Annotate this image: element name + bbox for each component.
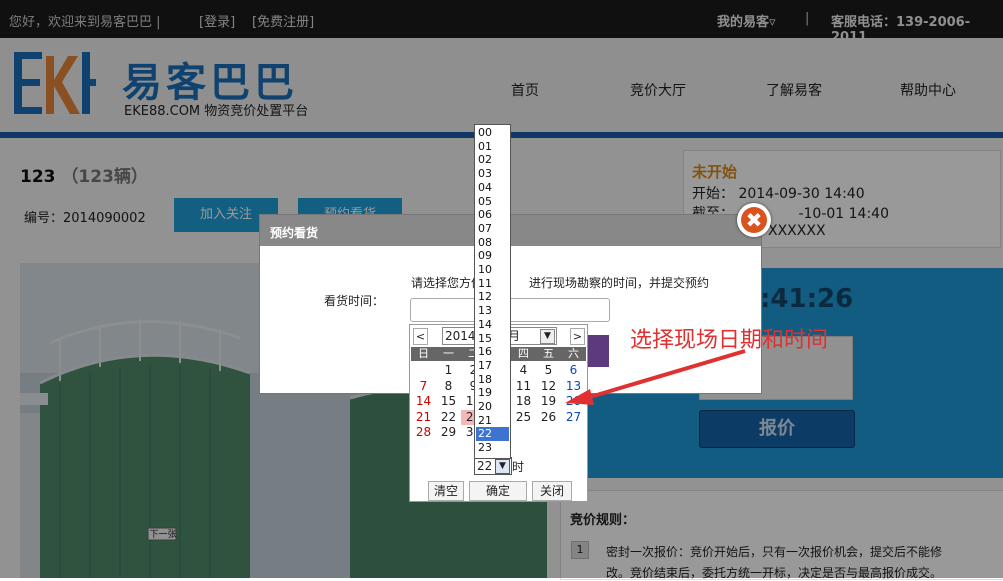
chevron-down-icon: ▼ [495,459,510,474]
hour-option[interactable]: 14 [476,318,509,332]
calendar-day[interactable]: 22 [436,410,461,425]
dialog-title: 预约看货 [270,226,319,240]
calendar-day[interactable]: 26 [536,410,561,425]
calendar-day[interactable]: 19 [536,394,561,409]
weekday-label: 五 [543,347,554,360]
hour-option[interactable]: 21 [476,414,509,428]
hour-option[interactable]: 18 [476,373,509,387]
hour-option[interactable]: 09 [476,249,509,263]
close-icon: ✖ [741,207,767,233]
calendar-day[interactable]: 5 [536,363,561,378]
calendar-day[interactable]: 4 [511,363,536,378]
calendar-day[interactable]: 7 [411,379,436,394]
instruction-part-b: 进行现场勘察的时间，并提交预约 [529,276,710,290]
calendar-day[interactable]: 14 [411,394,436,409]
calendar-day[interactable]: 15 [436,394,461,409]
hour-dropdown-list: 00 01 02 03 04 05 06 07 08 09 10 11 12 13 14 15 16 17 18 19… [474,124,511,459]
hour-unit-label: 时 [512,460,525,474]
next-month-button[interactable]: > [570,328,585,345]
annotation-arrow-icon [565,349,746,405]
viewing-time-label: 看货时间： [324,294,385,308]
calendar-day[interactable]: 21 [411,410,436,425]
hour-option[interactable]: 04 [476,181,509,195]
hour-option[interactable]: 05 [476,195,509,209]
weekday-label: 一 [443,347,454,360]
hour-option[interactable]: 10 [476,263,509,277]
hour-option[interactable]: 08 [476,236,509,250]
hour-select[interactable]: 22 ▼ [474,457,512,475]
calendar-day[interactable]: 29 [436,425,461,440]
calendar-confirm-button[interactable]: 确定 [469,481,527,501]
calendar-clear-button[interactable]: 清空 [428,481,464,501]
calendar-day[interactable]: 1 [436,363,461,378]
hour-option[interactable]: 11 [476,277,509,291]
calendar-day[interactable]: 18 [511,394,536,409]
weekday-label: 四 [518,347,529,360]
dialog-close-button[interactable]: ✖ [737,203,771,237]
weekday-label: 日 [418,347,429,360]
hour-option[interactable]: 07 [476,222,509,236]
hour-option[interactable]: 00 [476,126,509,140]
prev-month-button[interactable]: < [413,328,428,345]
calendar-close-button[interactable]: 关闭 [532,481,572,501]
hour-option[interactable]: 06 [476,208,509,222]
hour-option[interactable]: 15 [476,332,509,346]
hour-select-value: 22 [477,459,493,473]
hour-option[interactable]: 20 [476,400,509,414]
hour-option[interactable]: 13 [476,304,509,318]
hour-option[interactable]: 23 [476,441,509,455]
dialog-instruction: 请选择您方便 进行现场勘察的时间，并提交预约 [411,274,709,291]
hour-option[interactable]: 01 [476,140,509,154]
hour-option[interactable]: 12 [476,290,509,304]
calendar-day[interactable]: 8 [436,379,461,394]
month-select[interactable]: 月 ▼ [505,327,557,345]
hour-option[interactable]: 19 [476,386,509,400]
hour-option[interactable]: 17 [476,359,509,373]
hour-option[interactable]: 02 [476,153,509,167]
chevron-down-icon: ▼ [540,329,555,344]
hour-option[interactable]: 03 [476,167,509,181]
instruction-part-a: 请选择您方便 [411,276,484,290]
calendar-day[interactable]: 12 [536,379,561,394]
calendar-day[interactable]: 28 [411,425,436,440]
calendar-day[interactable]: 25 [511,410,536,425]
hour-option[interactable]: 22 [476,427,509,442]
hour-option[interactable]: 16 [476,345,509,359]
calendar-day[interactable]: 11 [511,379,536,394]
